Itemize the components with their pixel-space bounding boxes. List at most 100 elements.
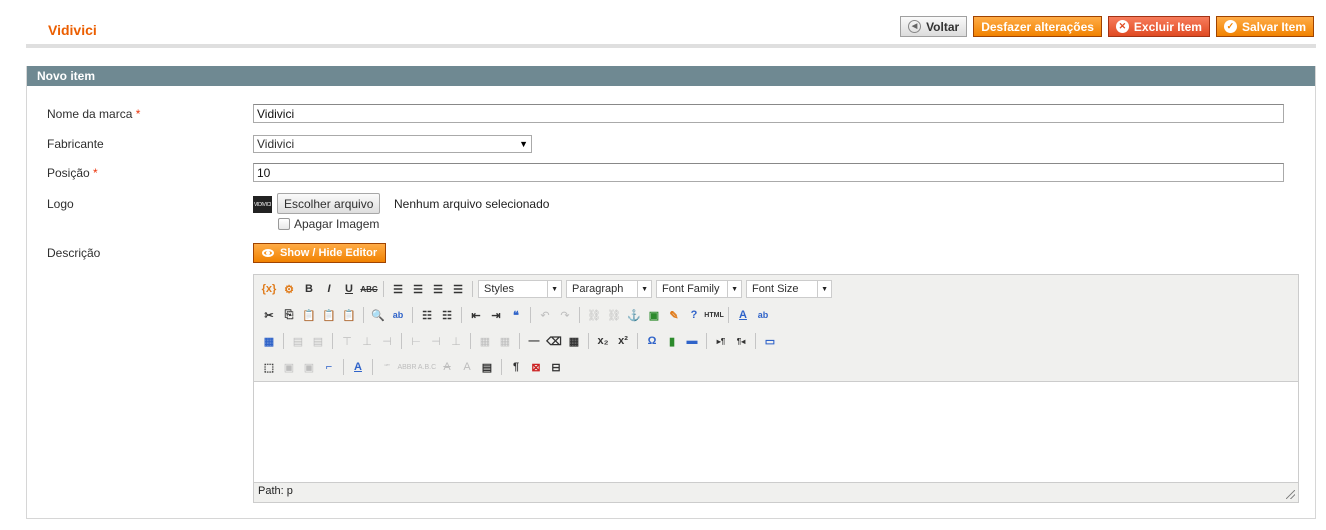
visual-aid-icon[interactable]: ▦: [565, 332, 583, 350]
toggle-editor-button[interactable]: Show / Hide Editor: [253, 243, 387, 263]
unlink-icon[interactable]: ⛓: [605, 306, 623, 324]
brand-name-input[interactable]: [253, 104, 1284, 123]
attributes-icon[interactable]: ▤: [478, 358, 496, 376]
toolbar-separator: [706, 333, 707, 349]
toolbar-row-4: ⬚ ▣ ▣ ⌐ A “” ABBR A.B.C A A ▤ ¶ ⊠ ⊟: [254, 354, 1298, 380]
bullet-list-icon[interactable]: ☷: [418, 306, 436, 324]
toolbar-separator: [332, 333, 333, 349]
resize-handle-icon[interactable]: [1286, 490, 1295, 499]
required-mark: *: [135, 107, 141, 121]
outdent-icon[interactable]: ⇤: [467, 306, 485, 324]
paste-text-icon[interactable]: 📋: [320, 306, 338, 324]
move-forward-icon[interactable]: ▣: [280, 358, 298, 376]
subscript-icon[interactable]: x₂: [594, 332, 612, 350]
cut-icon[interactable]: ✂: [260, 306, 278, 324]
choose-file-button[interactable]: Escolher arquivo: [277, 193, 381, 214]
abbreviation-icon[interactable]: ABBR: [397, 358, 416, 376]
insert-widget-icon[interactable]: ⚙: [280, 280, 298, 298]
acronym-icon[interactable]: A.B.C: [418, 358, 436, 376]
paste-icon[interactable]: 📋: [300, 306, 318, 324]
back-button[interactable]: ◀ Voltar: [900, 16, 968, 37]
delete-button[interactable]: ✕ Excluir Item: [1107, 16, 1210, 37]
delete-col-icon[interactable]: ⊥: [447, 332, 465, 350]
underline-icon[interactable]: U: [340, 280, 358, 298]
paste-word-icon[interactable]: 📋: [340, 306, 358, 324]
toolbar-separator: [530, 307, 531, 323]
delete-image-label[interactable]: Apagar Imagem: [294, 217, 379, 231]
cleanup-icon[interactable]: ✎: [665, 306, 683, 324]
horizontal-rule-icon[interactable]: —: [525, 332, 543, 350]
anchor-icon[interactable]: ⚓: [625, 306, 643, 324]
page-break-icon[interactable]: ⊟: [547, 358, 565, 376]
col-after-icon[interactable]: ⊣: [427, 332, 445, 350]
replace-icon[interactable]: ab: [389, 306, 407, 324]
save-button[interactable]: ✓ Salvar Item: [1215, 16, 1314, 37]
numbered-list-icon[interactable]: ☷: [438, 306, 456, 324]
format-dropdown[interactable]: Paragraph ▼: [566, 280, 652, 298]
nonbreaking-icon[interactable]: ⊠: [527, 358, 545, 376]
font-size-dropdown[interactable]: Font Size ▼: [746, 280, 832, 298]
split-cells-icon[interactable]: ▦: [476, 332, 494, 350]
help-icon[interactable]: ?: [685, 306, 703, 324]
advanced-hr-icon[interactable]: ▬: [683, 332, 701, 350]
dropdown-arrow-icon: ▼: [727, 281, 738, 297]
redo-icon[interactable]: ↷: [556, 306, 574, 324]
find-icon[interactable]: 🔍: [369, 306, 387, 324]
logo-thumbnail[interactable]: VIDIVICI: [253, 196, 272, 213]
absolute-position-icon[interactable]: ⌐: [320, 358, 338, 376]
show-blocks-icon[interactable]: ¶: [507, 358, 525, 376]
insert-table-icon[interactable]: ▦: [260, 332, 278, 350]
wysiwyg-editor: {x} ⚙ B I U ABC ☰ ☰ ☰ ☰ Styles ▼ Paragrap…: [253, 274, 1299, 503]
undo-icon[interactable]: ↶: [536, 306, 554, 324]
move-backward-icon[interactable]: ▣: [300, 358, 318, 376]
image-icon[interactable]: ▣: [645, 306, 663, 324]
rtl-icon[interactable]: ¶◂: [732, 332, 750, 350]
deletion-icon[interactable]: A: [438, 358, 456, 376]
html-source-icon[interactable]: HTML: [704, 306, 723, 324]
reset-button[interactable]: Desfazer alterações: [973, 16, 1102, 37]
ltr-icon[interactable]: ▸¶: [712, 332, 730, 350]
row-props-icon[interactable]: ▤: [289, 332, 307, 350]
indent-icon[interactable]: ⇥: [487, 306, 505, 324]
action-bar: ◀ Voltar Desfazer alterações ✕ Excluir I…: [900, 16, 1314, 37]
reset-button-label: Desfazer alterações: [981, 19, 1094, 34]
highlight-color-icon[interactable]: ab: [754, 306, 772, 324]
manufacturer-select[interactable]: Vidivici ▼: [253, 135, 532, 153]
superscript-icon[interactable]: x²: [614, 332, 632, 350]
align-right-icon[interactable]: ☰: [429, 280, 447, 298]
cite-icon[interactable]: “”: [378, 358, 396, 376]
insert-layer-icon[interactable]: ⬚: [260, 358, 278, 376]
align-justify-icon[interactable]: ☰: [449, 280, 467, 298]
media-icon[interactable]: ▮: [663, 332, 681, 350]
position-input[interactable]: [253, 163, 1284, 182]
insert-variable-icon[interactable]: {x}: [260, 280, 278, 298]
italic-icon[interactable]: I: [320, 280, 338, 298]
cell-props-icon[interactable]: ▤: [309, 332, 327, 350]
row-before-icon[interactable]: ⊤: [338, 332, 356, 350]
delete-row-icon[interactable]: ⊣: [378, 332, 396, 350]
col-before-icon[interactable]: ⊢: [407, 332, 425, 350]
row-after-icon[interactable]: ⊥: [358, 332, 376, 350]
remove-format-icon[interactable]: ⌫: [545, 332, 563, 350]
merge-cells-icon[interactable]: ▦: [496, 332, 514, 350]
blockquote-icon[interactable]: ❝: [507, 306, 525, 324]
special-char-icon[interactable]: Ω: [643, 332, 661, 350]
styleprops-icon[interactable]: A: [349, 358, 367, 376]
insertion-icon[interactable]: A: [458, 358, 476, 376]
copy-icon[interactable]: ⎘: [280, 306, 298, 324]
fullscreen-icon[interactable]: ▭: [761, 332, 779, 350]
font-family-dropdown-label: Font Family: [662, 283, 720, 295]
text-color-icon[interactable]: A: [734, 306, 752, 324]
file-status-text: Nenhum arquivo selecionado: [394, 197, 550, 211]
bold-icon[interactable]: B: [300, 280, 318, 298]
editor-content-area[interactable]: [254, 381, 1298, 483]
styles-dropdown-label: Styles: [484, 283, 514, 295]
delete-image-checkbox[interactable]: [278, 218, 290, 230]
align-center-icon[interactable]: ☰: [409, 280, 427, 298]
toolbar-row-2: ✂ ⎘ 📋 📋 📋 🔍 ab ☷ ☷ ⇤ ⇥ ❝ ↶ ↷ ⛓ ⛓ ⚓ ▣ ✎ ?…: [254, 302, 1298, 328]
font-family-dropdown[interactable]: Font Family ▼: [656, 280, 742, 298]
styles-dropdown[interactable]: Styles ▼: [478, 280, 562, 298]
align-left-icon[interactable]: ☰: [389, 280, 407, 298]
strikethrough-icon[interactable]: ABC: [360, 280, 378, 298]
link-icon[interactable]: ⛓: [585, 306, 603, 324]
